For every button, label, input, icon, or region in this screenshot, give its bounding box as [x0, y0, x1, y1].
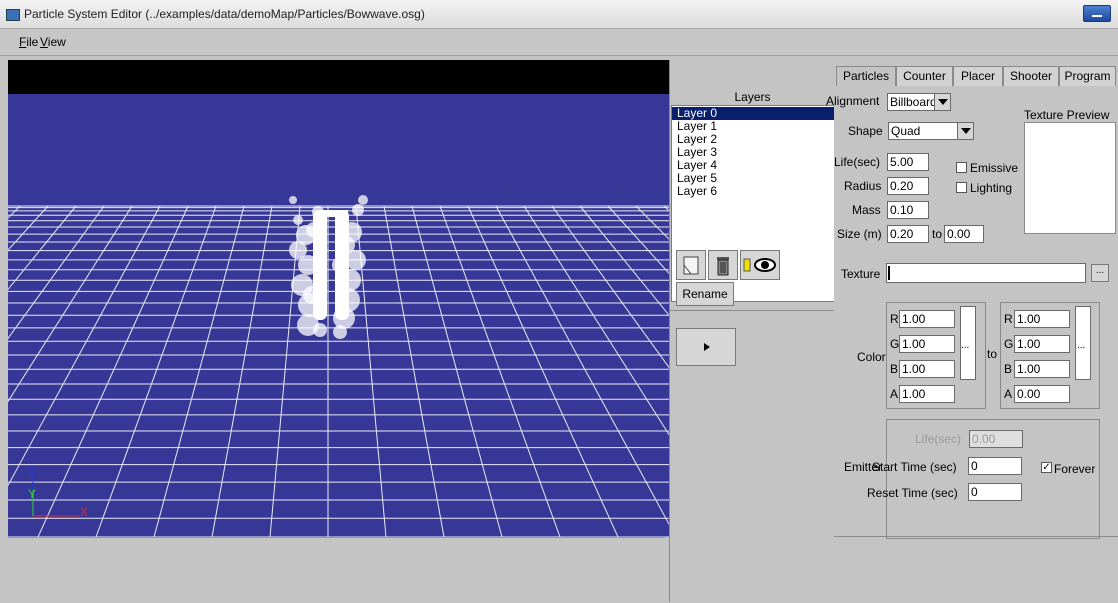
- mass-label: Mass: [852, 203, 881, 217]
- color-from-pick-button[interactable]: ...: [961, 340, 969, 351]
- emitter-life-label: Life(sec): [915, 432, 962, 446]
- channel-label: R: [890, 312, 899, 326]
- 3d-viewport[interactable]: ZY X: [8, 60, 669, 537]
- tab-shooter[interactable]: Shooter: [1003, 66, 1059, 86]
- panel-divider: [670, 310, 835, 311]
- color-to-b-input[interactable]: 1.00: [1014, 360, 1070, 378]
- particle-column-right: [335, 210, 349, 320]
- channel-label: A: [890, 387, 899, 401]
- tab-counter[interactable]: Counter: [896, 66, 953, 86]
- menu-view[interactable]: View: [40, 35, 66, 49]
- lighting-label: Lighting: [970, 181, 1013, 195]
- properties-panel: Particles Counter Placer Shooter Program…: [826, 60, 1118, 602]
- reset-time-label: Reset Time (sec): [867, 486, 958, 500]
- check-icon: ✓: [1042, 462, 1051, 473]
- channel-label: G: [1004, 337, 1014, 351]
- channel-label: R: [1004, 312, 1013, 326]
- viewport-scene: ZY X: [8, 94, 669, 537]
- color-to-pick-button[interactable]: ...: [1077, 340, 1085, 351]
- rename-button[interactable]: Rename: [676, 282, 734, 306]
- color-label: Color: [857, 350, 886, 364]
- axis-label-x: X: [80, 505, 88, 519]
- texture-label: Texture: [841, 267, 881, 281]
- radius-input[interactable]: 0.20: [887, 177, 929, 195]
- shape-combo[interactable]: Quad: [888, 122, 974, 140]
- alignment-label: Alignment: [826, 94, 880, 108]
- chevron-down-icon: [934, 94, 950, 110]
- eye-icon: [743, 258, 776, 272]
- tab-placer[interactable]: Placer: [953, 66, 1003, 86]
- panel-divider: [834, 536, 1118, 537]
- channel-label: A: [1004, 387, 1013, 401]
- menu-file[interactable]: File: [19, 35, 38, 49]
- axis-label-z: Z: [28, 463, 35, 477]
- shape-label: Shape: [848, 124, 883, 138]
- axis-label-y: Y: [28, 487, 36, 501]
- new-layer-button[interactable]: [676, 250, 706, 280]
- layers-title: Layers: [734, 90, 771, 104]
- window-title: Particle System Editor (../examples/data…: [24, 7, 425, 21]
- menu-bar: File View: [0, 29, 1118, 56]
- alignment-combo[interactable]: Billboard: [887, 93, 951, 111]
- color-to-label: to: [987, 347, 998, 361]
- channel-label: G: [890, 337, 900, 351]
- emissive-label: Emissive: [970, 161, 1019, 175]
- layer-item[interactable]: Layer 6: [672, 185, 836, 198]
- play-icon: [704, 343, 710, 351]
- texture-browse-button[interactable]: ...: [1091, 264, 1109, 282]
- chevron-down-icon: [957, 123, 973, 139]
- size-to-label: to: [932, 227, 943, 241]
- particle-bridge: [318, 210, 348, 217]
- new-page-icon: [683, 256, 699, 275]
- emitter-life-input: 0.00: [969, 430, 1023, 448]
- lighting-checkbox[interactable]: [956, 182, 967, 193]
- status-area: [8, 537, 665, 603]
- color-to-g-input[interactable]: 1.00: [1014, 335, 1070, 353]
- mass-input[interactable]: 0.10: [887, 201, 929, 219]
- app-icon: [6, 9, 20, 21]
- title-bar: Particle System Editor (../examples/data…: [0, 0, 1118, 29]
- size-from-input[interactable]: 0.20: [887, 225, 929, 243]
- trash-icon: [717, 257, 729, 276]
- toggle-visibility-button[interactable]: [740, 250, 780, 280]
- color-from-a-input[interactable]: 1.00: [899, 385, 955, 403]
- texture-input[interactable]: [886, 263, 1086, 283]
- start-time-label: Start Time (sec): [872, 460, 957, 474]
- color-from-b-input[interactable]: 1.00: [899, 360, 955, 378]
- layers-panel: Layers Layer 0 Layer 1 Layer 2 Layer 3 L…: [669, 60, 837, 602]
- size-label: Size (m): [837, 227, 882, 241]
- forever-label: Forever: [1054, 462, 1096, 476]
- radius-label: Radius: [844, 179, 882, 193]
- emissive-checkbox[interactable]: [956, 162, 967, 173]
- color-to-r-input[interactable]: 1.00: [1014, 310, 1070, 328]
- start-time-input[interactable]: 0: [968, 457, 1022, 475]
- texture-preview: [1024, 122, 1116, 234]
- particle-column-left: [313, 210, 327, 320]
- tab-program[interactable]: Program: [1059, 66, 1116, 86]
- size-to-input[interactable]: 0.00: [944, 225, 984, 243]
- tab-particles[interactable]: Particles: [836, 66, 896, 86]
- channel-label: B: [1004, 362, 1013, 376]
- life-label: Life(sec): [834, 155, 881, 169]
- reset-time-input[interactable]: 0: [968, 483, 1022, 501]
- text-caret: [888, 266, 890, 280]
- minimize-button[interactable]: [1083, 5, 1111, 22]
- play-button[interactable]: [676, 328, 736, 366]
- color-from-g-input[interactable]: 1.00: [899, 335, 955, 353]
- forever-checkbox[interactable]: ✓: [1041, 462, 1052, 473]
- delete-layer-button[interactable]: [708, 250, 738, 280]
- texture-preview-label: Texture Preview: [1024, 108, 1110, 122]
- channel-label: B: [890, 362, 899, 376]
- color-to-a-input[interactable]: 0.00: [1014, 385, 1070, 403]
- color-from-r-input[interactable]: 1.00: [899, 310, 955, 328]
- life-input[interactable]: 5.00: [887, 153, 929, 171]
